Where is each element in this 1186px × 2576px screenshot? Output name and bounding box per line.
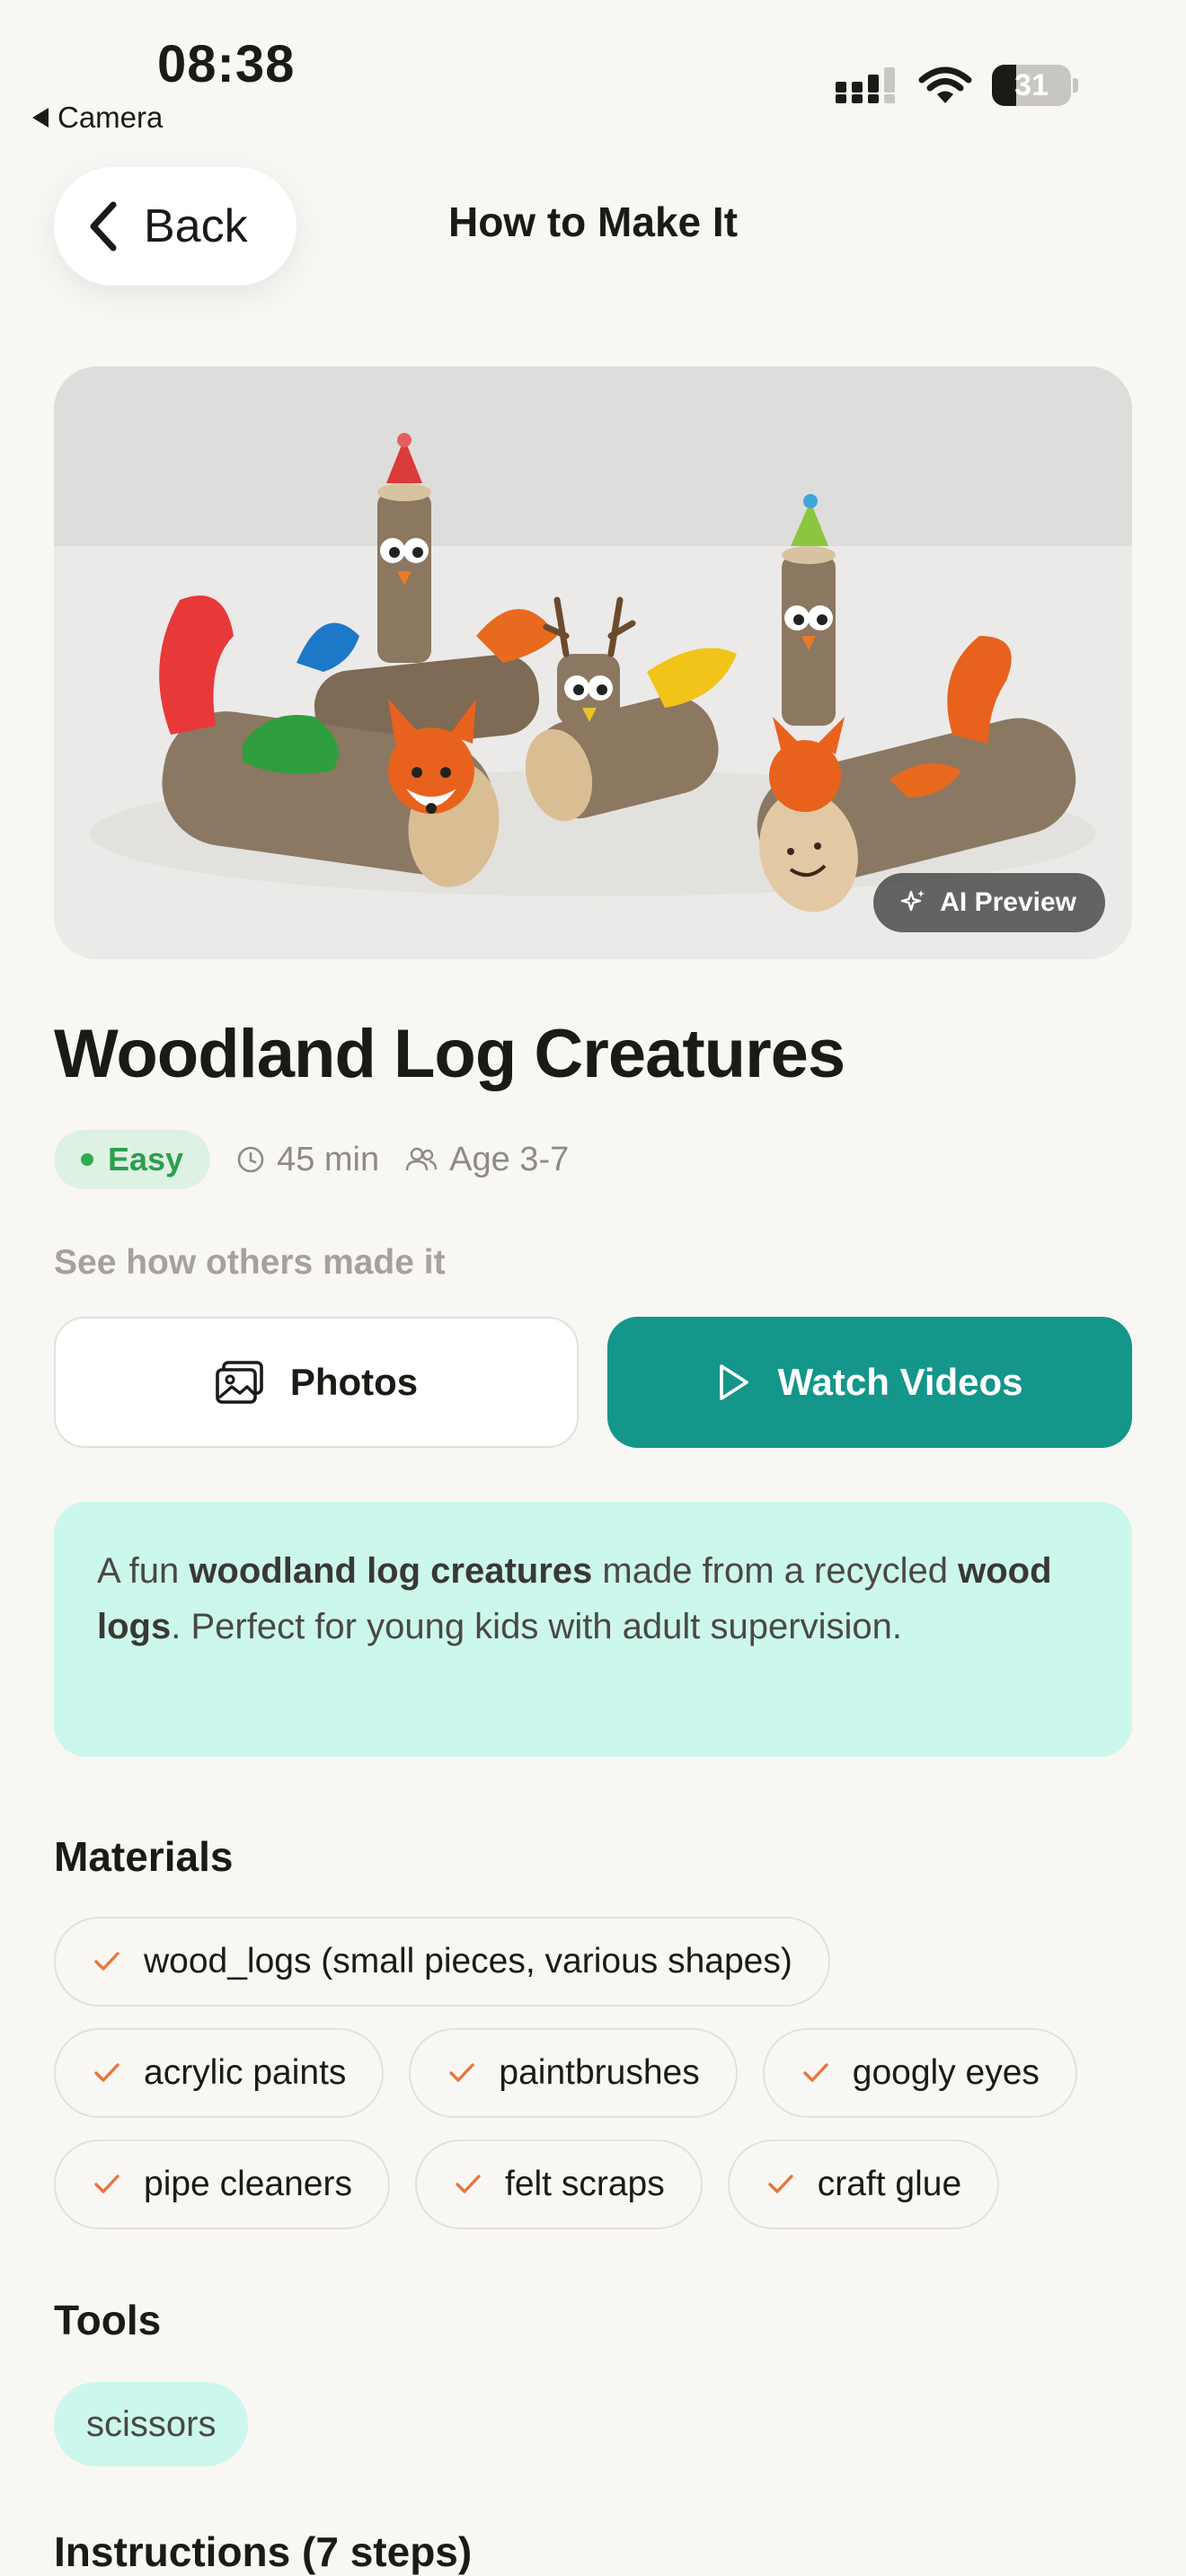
- photos-button[interactable]: Photos: [54, 1317, 579, 1448]
- material-chip: acrylic paints: [54, 2028, 385, 2118]
- sparkle-icon: [901, 890, 925, 912]
- woodland-creatures-illustration: [54, 366, 1132, 959]
- status-icons: 31: [836, 65, 1078, 106]
- play-icon: [720, 1364, 749, 1400]
- difficulty-label: Easy: [108, 1141, 184, 1178]
- battery-tip: [1073, 78, 1078, 93]
- check-icon: [453, 2169, 483, 2200]
- photos-icon: [216, 1361, 263, 1404]
- description-text: . Perfect for young kids with adult supe…: [171, 1607, 902, 1646]
- users-icon: [405, 1147, 438, 1171]
- cellular-signal-icon: [836, 67, 895, 103]
- description-text: A fun: [97, 1551, 190, 1591]
- tool-chip: scissors: [54, 2382, 249, 2466]
- status-time: 08:38: [157, 35, 296, 93]
- check-icon: [766, 2169, 796, 2200]
- material-label: wood_logs (small pieces, various shapes): [144, 1942, 792, 1981]
- clock-icon: [237, 1146, 264, 1173]
- difficulty-badge: Easy: [54, 1130, 211, 1189]
- materials-row: pipe cleaners felt scraps craft glue: [54, 2139, 1000, 2229]
- craft-description: A fun woodland log creatures made from a…: [54, 1502, 1132, 1757]
- check-icon: [447, 2058, 477, 2088]
- check-icon: [92, 2058, 122, 2088]
- duration-label: 45 min: [277, 1140, 380, 1178]
- ai-preview-label: AI Preview: [940, 887, 1076, 917]
- craft-title: Woodland Log Creatures: [54, 1016, 845, 1092]
- check-icon: [92, 2169, 122, 2200]
- battery-indicator: 31: [992, 65, 1071, 106]
- materials-heading: Materials: [54, 1833, 234, 1880]
- material-chip: felt scraps: [414, 2139, 703, 2229]
- description-text: made from a recycled: [592, 1551, 959, 1591]
- materials-row: wood_logs (small pieces, various shapes): [54, 1917, 830, 2007]
- material-label: felt scraps: [504, 2165, 665, 2203]
- craft-preview-image: AI Preview: [54, 366, 1132, 959]
- age-label: Age 3-7: [449, 1140, 570, 1178]
- material-label: craft glue: [817, 2165, 962, 2203]
- duration: 45 min: [235, 1141, 379, 1179]
- material-label: googly eyes: [852, 2053, 1040, 2092]
- material-chip: wood_logs (small pieces, various shapes): [54, 1917, 830, 2007]
- battery-percent: 31: [1014, 67, 1049, 102]
- wifi-icon: [918, 66, 972, 103]
- watch-videos-label: Watch Videos: [777, 1361, 1023, 1403]
- material-label: acrylic paints: [144, 2053, 347, 2092]
- check-icon: [801, 2058, 831, 2088]
- material-chip: craft glue: [727, 2139, 1000, 2229]
- material-chip: paintbrushes: [409, 2028, 738, 2118]
- photos-label: Photos: [289, 1361, 419, 1403]
- material-label: pipe cleaners: [144, 2165, 352, 2203]
- material-chip: googly eyes: [762, 2028, 1077, 2118]
- watch-videos-button[interactable]: Watch Videos: [607, 1317, 1132, 1448]
- return-to-camera-link[interactable]: Camera: [32, 101, 163, 135]
- battery-fill: [992, 65, 1017, 106]
- others-heading: See how others made it: [54, 1243, 446, 1282]
- ai-preview-badge: AI Preview: [873, 873, 1105, 932]
- material-chip: pipe cleaners: [54, 2139, 390, 2229]
- materials-row: acrylic paints paintbrushes googly eyes: [54, 2028, 1077, 2118]
- status-bar: 08:38 Camera 31: [0, 0, 1186, 153]
- page-title: How to Make It: [447, 198, 739, 245]
- return-app-label: Camera: [58, 101, 164, 134]
- craft-meta: Easy 45 min Age 3-7: [54, 1130, 569, 1189]
- tools-heading: Tools: [54, 2297, 162, 2343]
- description-highlight: woodland log creatures: [189, 1551, 593, 1591]
- tool-label: scissors: [86, 2404, 217, 2444]
- instructions-heading: Instructions (7 steps): [54, 2528, 473, 2575]
- age-range: Age 3-7: [404, 1141, 569, 1179]
- check-icon: [92, 1946, 122, 1977]
- material-label: paintbrushes: [499, 2053, 700, 2092]
- back-triangle-icon: [32, 108, 49, 128]
- difficulty-dot: [81, 1153, 93, 1166]
